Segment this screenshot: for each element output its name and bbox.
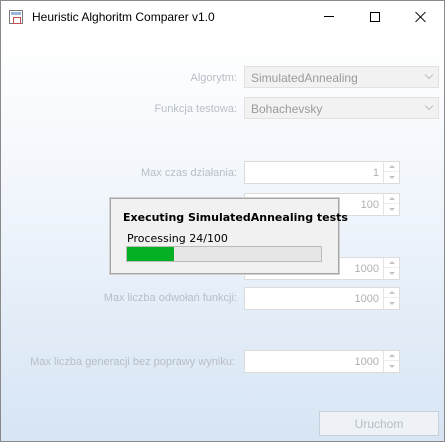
numeric-field-2-value: 100 (360, 199, 379, 211)
progress-status-text: Processing 24/100 (127, 232, 228, 245)
spin-up-icon (388, 165, 395, 168)
max-calls-input[interactable]: 1000 (244, 287, 400, 310)
max-generations-label: Max liczba generacji bez poprawy wyniku: (30, 356, 235, 368)
dialog-title: Executing SimulatedAnnealing tests (123, 211, 348, 224)
spin-up-icon (388, 291, 395, 294)
spin-down-button[interactable] (384, 298, 399, 308)
max-calls-stepper (383, 288, 399, 309)
algorithm-label: Algorytm: (190, 72, 237, 84)
spin-down-button[interactable] (384, 204, 399, 214)
maximize-icon (370, 11, 380, 22)
spin-up-icon (388, 354, 395, 357)
title-bar[interactable]: Heuristic Alghoritm Comparer v1.0 (1, 1, 444, 32)
chevron-down-icon (424, 101, 434, 111)
close-button[interactable] (398, 1, 444, 32)
max-calls-label: Max liczba odwołań funkcji: (103, 292, 237, 304)
chevron-down-icon (424, 70, 434, 80)
spin-down-icon (388, 175, 395, 179)
spin-down-icon (388, 364, 395, 368)
spin-up-button[interactable] (384, 288, 399, 298)
spin-down-button[interactable] (384, 361, 399, 371)
numeric-field-3-value: 1000 (354, 263, 379, 275)
spin-down-icon (388, 301, 395, 305)
progress-bar (126, 246, 322, 262)
test-function-select[interactable]: Bohachevsky (244, 97, 439, 119)
max-generations-stepper (383, 351, 399, 372)
spin-down-icon (388, 207, 395, 211)
maximize-button[interactable] (352, 1, 398, 32)
max-calls-value: 1000 (354, 293, 379, 305)
numeric-field-2-stepper (383, 194, 399, 215)
spin-down-button[interactable] (384, 268, 399, 278)
algorithm-select[interactable]: SimulatedAnnealing (244, 66, 439, 88)
max-time-input[interactable]: 1 (244, 161, 400, 184)
max-time-stepper (383, 162, 399, 183)
progress-bar-fill (127, 247, 174, 261)
spin-up-icon (388, 261, 395, 264)
max-generations-value: 1000 (354, 356, 379, 368)
spin-up-icon (388, 197, 395, 200)
test-function-label: Funkcja testowa: (154, 103, 237, 115)
main-window: Heuristic Alghoritm Comparer v1.0 Algory… (0, 0, 445, 442)
spin-up-button[interactable] (384, 351, 399, 361)
max-generations-input[interactable]: 1000 (244, 350, 400, 373)
max-time-value: 1 (372, 167, 379, 179)
test-function-select-value: Bohachevsky (251, 102, 323, 116)
spin-up-button[interactable] (384, 162, 399, 172)
numeric-field-3-stepper (383, 258, 399, 279)
progress-dialog: Executing SimulatedAnnealing tests Proce… (110, 198, 348, 274)
spin-down-button[interactable] (384, 172, 399, 182)
close-icon (415, 11, 427, 23)
minimize-icon (324, 16, 334, 17)
algorithm-select-value: SimulatedAnnealing (251, 71, 358, 85)
minimize-button[interactable] (306, 1, 352, 32)
spin-down-icon (388, 271, 395, 275)
app-icon (9, 10, 23, 24)
spin-up-button[interactable] (384, 258, 399, 268)
max-time-label: Max czas działania: (141, 167, 237, 179)
run-button[interactable]: Uruchom (319, 411, 439, 436)
window-title: Heuristic Alghoritm Comparer v1.0 (32, 10, 215, 24)
spin-up-button[interactable] (384, 194, 399, 204)
